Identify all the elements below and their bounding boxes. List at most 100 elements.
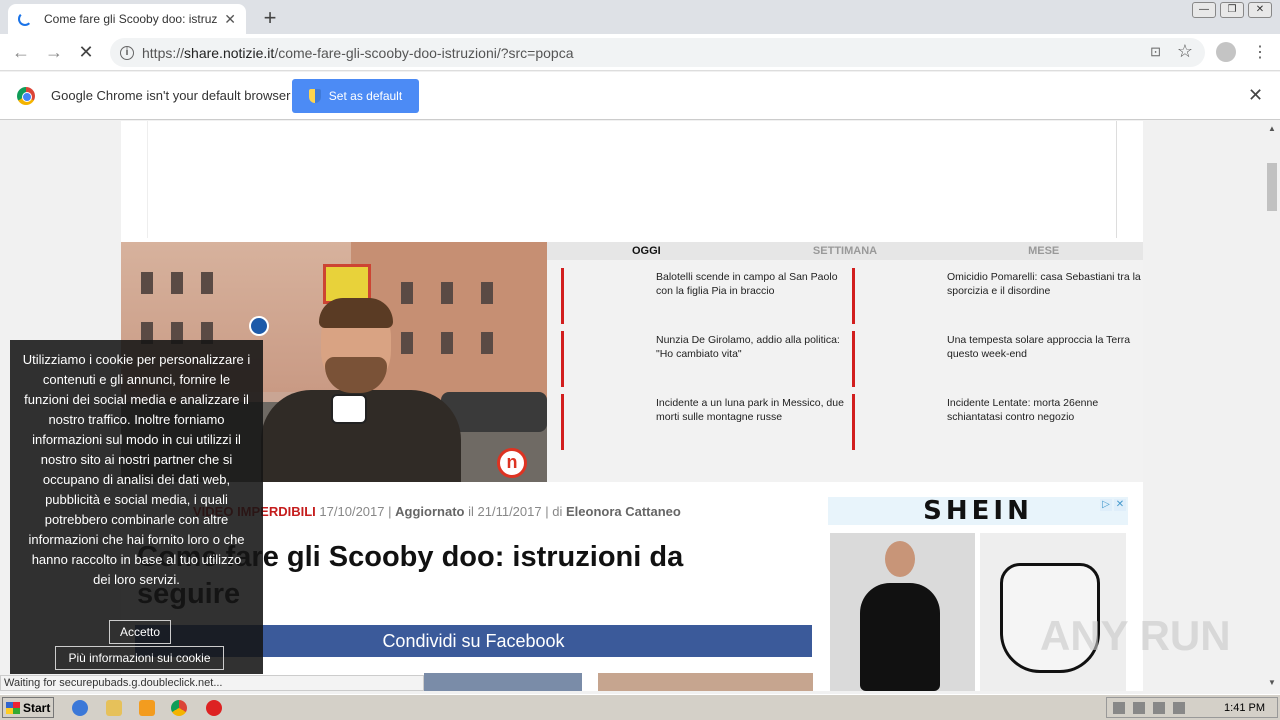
url-text[interactable]: https://share.notizie.it/come-fare-gli-s… xyxy=(142,45,574,61)
video-window xyxy=(481,332,493,354)
loading-spinner-icon xyxy=(18,12,32,26)
new-tab-button[interactable]: + xyxy=(258,5,282,31)
trending-item[interactable]: Balotelli scende in campo al San Paolo c… xyxy=(561,268,851,324)
tab-strip: Come fare gli Scooby doo: istruzioni ✕ +… xyxy=(0,0,1280,34)
forward-button[interactable]: → xyxy=(43,42,65,63)
stop-button[interactable]: ✕ xyxy=(75,42,97,63)
trending-item[interactable]: Una tempesta solare approccia la Terra q… xyxy=(852,331,1142,387)
trending-item-text[interactable]: Nunzia De Girolamo, addio alla politica:… xyxy=(656,333,851,361)
model-face xyxy=(885,541,915,577)
infobar-close-icon[interactable]: ✕ xyxy=(1248,85,1263,106)
trending-bar xyxy=(561,268,564,324)
flag-icon[interactable] xyxy=(1173,702,1185,714)
trending-item[interactable]: Incidente a un luna park in Messico, due… xyxy=(561,394,851,450)
url-path: /come-fare-gli-scooby-doo-istruzioni/?sr… xyxy=(274,44,574,61)
trending-item[interactable]: Nunzia De Girolamo, addio alla politica:… xyxy=(561,331,851,387)
top-ad-slot xyxy=(147,121,1117,238)
chrome-logo-icon xyxy=(17,87,35,105)
site-info-icon[interactable]: i xyxy=(120,45,134,60)
scroll-up-icon[interactable]: ▲ xyxy=(1268,124,1276,133)
page-content: n OGGI SETTIMANA MESE Balotelli scende i… xyxy=(121,121,1143,691)
set-as-default-label: Set as default xyxy=(328,89,403,103)
scrollbar-thumb[interactable] xyxy=(1267,163,1277,211)
default-browser-infobar: Google Chrome isn't your default browser… xyxy=(0,72,1280,120)
trending-bar xyxy=(561,394,564,450)
trending-item-text[interactable]: Incidente Lentate: morta 26enne schianta… xyxy=(947,396,1142,424)
chrome-taskbar-icon[interactable] xyxy=(171,700,187,716)
start-label: Start xyxy=(23,700,51,715)
address-bar[interactable]: i https://share.notizie.it/come-fare-gli… xyxy=(110,38,1205,67)
author-prefix: di xyxy=(552,504,563,519)
trending-item[interactable]: Omicidio Pomarelli: casa Sebastiani tra … xyxy=(852,268,1142,324)
system-tray: 1:41 PM xyxy=(1106,697,1278,718)
video-window xyxy=(481,282,493,304)
video-window xyxy=(141,272,153,294)
bookmark-star-icon[interactable]: ☆ xyxy=(1177,41,1193,62)
video-window xyxy=(201,272,213,294)
tray-icons xyxy=(1113,702,1185,714)
ad-close-icon[interactable]: ✕ xyxy=(1114,499,1126,511)
scroll-down-icon[interactable]: ▼ xyxy=(1268,678,1276,687)
meta-separator: | xyxy=(388,504,392,519)
ad-product-image[interactable] xyxy=(830,533,975,691)
page-scrollbar[interactable]: ▲ ▼ xyxy=(1264,121,1280,691)
media-player-icon[interactable] xyxy=(139,700,155,716)
volume-icon[interactable] xyxy=(1153,702,1165,714)
trending-item-text[interactable]: Omicidio Pomarelli: casa Sebastiani tra … xyxy=(947,270,1142,298)
restore-button[interactable]: ❐ xyxy=(1220,2,1244,18)
trending-item-text[interactable]: Balotelli scende in campo al San Paolo c… xyxy=(656,270,851,298)
reporter-beard xyxy=(325,357,387,393)
set-as-default-button[interactable]: Set as default xyxy=(292,79,419,113)
video-reporter xyxy=(261,298,461,482)
ie-icon[interactable] xyxy=(72,700,88,716)
status-bubble: Waiting for securepubads.g.doubleclick.n… xyxy=(0,675,424,691)
article-thumbnail[interactable] xyxy=(424,673,582,691)
article-date: 17/10/2017 xyxy=(319,504,385,519)
clock[interactable]: 1:41 PM xyxy=(1224,702,1265,714)
shein-brand[interactable]: SHEIN xyxy=(828,497,1128,525)
shein-ad[interactable]: SHEIN ▷ ✕ xyxy=(828,497,1128,691)
profile-avatar[interactable] xyxy=(1216,42,1236,62)
video-window xyxy=(171,272,183,294)
adchoices-icon[interactable]: ▷ xyxy=(1100,499,1112,511)
trending-bar xyxy=(852,331,855,387)
tray-expand-icon[interactable] xyxy=(1113,702,1125,714)
chrome-menu-icon[interactable]: ⋮ xyxy=(1252,42,1268,62)
back-button[interactable]: ← xyxy=(10,42,32,63)
tab-title: Come fare gli Scooby doo: istruzioni xyxy=(44,12,219,26)
article-meta: VIDEO IMPERDIBILI 17/10/2017 | Aggiornat… xyxy=(193,504,681,519)
infobar-message: Google Chrome isn't your default browser xyxy=(51,88,291,103)
cookie-banner: Utilizziamo i cookie per personalizzare … xyxy=(10,340,263,674)
minimize-button[interactable]: — xyxy=(1192,2,1216,18)
tab-active[interactable]: Come fare gli Scooby doo: istruzioni ✕ xyxy=(8,4,246,34)
opera-icon[interactable] xyxy=(206,700,222,716)
updated-label: Aggiornato xyxy=(395,504,465,519)
article-author[interactable]: Eleonora Cattaneo xyxy=(566,504,681,519)
article-thumbnail[interactable] xyxy=(598,673,813,691)
trending-item[interactable]: Incidente Lentate: morta 26enne schianta… xyxy=(852,394,1142,450)
video-window xyxy=(441,282,453,304)
tab-mese[interactable]: MESE xyxy=(944,242,1143,260)
trending-item-text[interactable]: Una tempesta solare approccia la Terra q… xyxy=(947,333,1142,361)
trending-item-text[interactable]: Incidente a un luna park in Messico, due… xyxy=(656,396,851,424)
tab-settimana[interactable]: SETTIMANA xyxy=(746,242,945,260)
start-button[interactable]: Start xyxy=(2,697,54,718)
anyrun-watermark: ANY RUN xyxy=(1040,612,1231,659)
cookie-more-info-button[interactable]: Più informazioni sui cookie xyxy=(55,646,224,670)
model-dress xyxy=(860,583,940,691)
close-window-button[interactable]: ✕ xyxy=(1248,2,1272,18)
notizie-logo-icon: n xyxy=(497,448,527,478)
url-host: share.notizie.it xyxy=(184,44,275,61)
cookie-message: Utilizziamo i cookie per personalizzare … xyxy=(22,352,251,587)
translate-icon[interactable]: ⊡ xyxy=(1150,44,1161,60)
updated-date: 21/11/2017 xyxy=(477,504,542,519)
tab-oggi[interactable]: OGGI xyxy=(547,242,746,260)
video-window xyxy=(401,282,413,304)
cookie-accept-button[interactable]: Accetto xyxy=(109,620,171,644)
ad-controls: ▷ ✕ xyxy=(1100,499,1126,511)
tab-close-icon[interactable]: ✕ xyxy=(224,11,236,28)
explorer-icon[interactable] xyxy=(106,700,122,716)
network-icon[interactable] xyxy=(1133,702,1145,714)
browser-toolbar: ← → ✕ i https://share.notizie.it/come-fa… xyxy=(0,34,1280,71)
url-scheme: https:// xyxy=(142,44,185,61)
